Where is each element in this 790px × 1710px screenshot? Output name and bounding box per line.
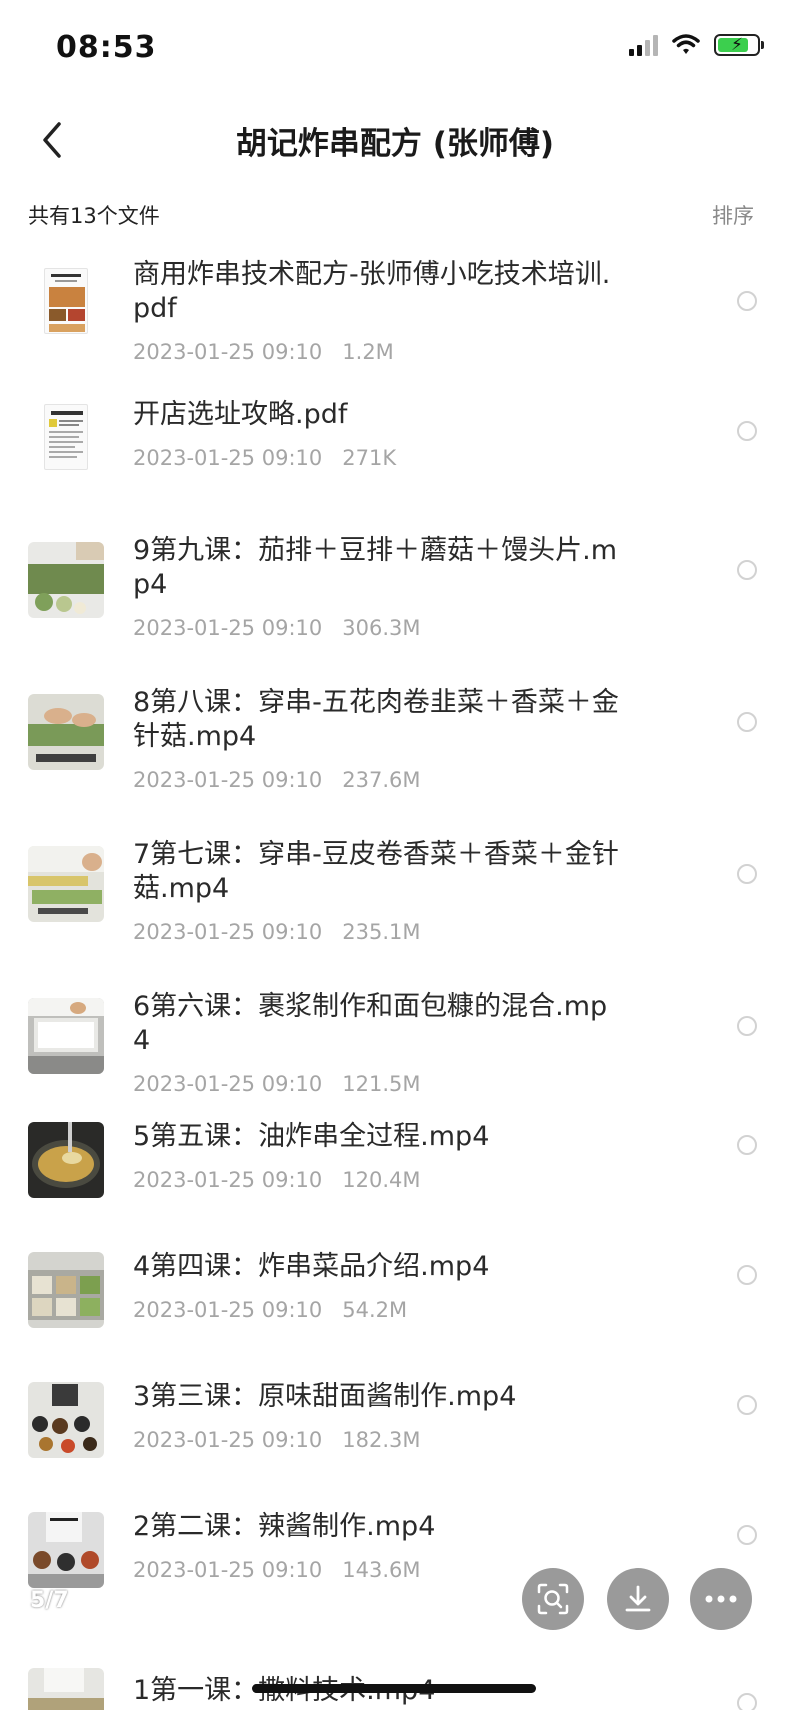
wifi-icon <box>672 34 700 54</box>
file-date: 2023-01-25 09:10 <box>133 1168 323 1192</box>
file-name: 商用炸串技术配方-张师傅小吃技术培训.pdf <box>133 259 611 324</box>
file-list-item[interactable]: 2第二课：辣酱制作.mp4 2023-01-25 09:10 143.6M <box>0 1510 790 1620</box>
file-size: 235.1M <box>342 920 421 944</box>
nav-bar: 胡记炸串配方 (张师傅) <box>0 96 790 192</box>
cellular-signal-icon <box>629 34 658 56</box>
file-size: 54.2M <box>342 1298 408 1322</box>
file-date: 2023-01-25 09:10 <box>133 1558 323 1582</box>
file-date: 2023-01-25 09:10 <box>133 340 323 364</box>
sort-button[interactable]: 排序 <box>712 200 754 230</box>
file-name: 3第三课：原味甜面酱制作.mp4 <box>133 1381 517 1412</box>
file-list-item[interactable]: 6第六课：裹浆制作和面包糠的混合.mp4 2023-01-25 09:10 12… <box>0 990 790 1120</box>
file-date: 2023-01-25 09:10 <box>133 768 323 792</box>
file-name: 开店选址攻略.pdf <box>133 399 348 430</box>
file-date: 2023-01-25 09:10 <box>133 1298 323 1322</box>
video-thumbnail <box>28 694 104 770</box>
file-date: 2023-01-25 09:10 <box>133 446 323 470</box>
scan-search-icon <box>537 1583 569 1615</box>
file-meta: 2023-01-25 09:10 1.2M <box>133 340 394 364</box>
pdf-thumbnail <box>44 404 88 470</box>
file-name: 2第二课：辣酱制作.mp4 <box>133 1511 436 1542</box>
scan-search-button[interactable] <box>522 1568 584 1630</box>
file-size: 1.2M <box>342 340 394 364</box>
battery-icon: ⚡ <box>714 34 764 56</box>
file-list-item[interactable]: 开店选址攻略.pdf 2023-01-25 09:10 271K <box>0 388 790 508</box>
video-thumbnail <box>28 1668 104 1710</box>
page-title: 胡记炸串配方 (张师傅) <box>235 126 555 162</box>
file-size: 306.3M <box>342 616 421 640</box>
select-radio[interactable] <box>737 1265 757 1285</box>
file-meta: 2023-01-25 09:10 121.5M <box>133 1072 421 1096</box>
select-radio[interactable] <box>737 1693 757 1710</box>
file-name: 4第四课：炸串菜品介绍.mp4 <box>133 1251 490 1282</box>
video-thumbnail <box>28 1512 104 1588</box>
video-thumbnail <box>28 1122 104 1198</box>
select-radio[interactable] <box>737 1135 757 1155</box>
file-size: 120.4M <box>342 1168 421 1192</box>
file-meta: 2023-01-25 09:10 182.3M <box>133 1428 421 1452</box>
file-size: 121.5M <box>342 1072 421 1096</box>
file-meta: 2023-01-25 09:10 143.6M <box>133 1558 421 1582</box>
select-radio[interactable] <box>737 1395 757 1415</box>
file-list-item[interactable]: 商用炸串技术配方-张师傅小吃技术培训.pdf 2023-01-25 09:10 … <box>0 248 790 378</box>
video-thumbnail <box>28 1382 104 1458</box>
file-date: 2023-01-25 09:10 <box>133 1428 323 1452</box>
file-list-item[interactable]: 5第五课：油炸串全过程.mp4 2023-01-25 09:10 120.4M <box>0 1120 790 1230</box>
select-radio[interactable] <box>737 560 757 580</box>
file-list: 商用炸串技术配方-张师傅小吃技术培训.pdf 2023-01-25 09:10 … <box>0 248 790 1710</box>
more-button[interactable] <box>690 1568 752 1630</box>
file-date: 2023-01-25 09:10 <box>133 920 323 944</box>
file-name: 9第九课：茄排＋豆排＋蘑菇＋馒头片.mp4 <box>133 535 618 600</box>
select-radio[interactable] <box>737 712 757 732</box>
file-meta: 2023-01-25 09:10 120.4M <box>133 1168 421 1192</box>
select-radio[interactable] <box>737 1016 757 1036</box>
file-name: 5第五课：油炸串全过程.mp4 <box>133 1121 490 1152</box>
video-thumbnail <box>28 998 104 1074</box>
select-radio[interactable] <box>737 1525 757 1545</box>
file-size: 143.6M <box>342 1558 421 1582</box>
page-indicator: 5/7 <box>30 1588 69 1613</box>
file-meta: 2023-01-25 09:10 271K <box>133 446 396 470</box>
video-thumbnail <box>28 1252 104 1328</box>
video-thumbnail <box>28 542 104 618</box>
status-icons: ⚡ <box>629 34 764 56</box>
home-indicator <box>252 1684 536 1693</box>
file-name: 6第六课：裹浆制作和面包糠的混合.mp4 <box>133 991 608 1056</box>
file-list-item[interactable]: 7第七课：穿串-豆皮卷香菜＋香菜＋金针菇.mp4 2023-01-25 09:1… <box>0 838 790 978</box>
more-dots-icon <box>705 1595 737 1603</box>
file-count-label: 共有13个文件 <box>28 204 160 228</box>
download-icon <box>625 1585 651 1612</box>
status-bar: 08:53 ⚡ <box>0 0 790 96</box>
pdf-thumbnail <box>44 268 88 334</box>
file-list-item[interactable]: 9第九课：茄排＋豆排＋蘑菇＋馒头片.mp4 2023-01-25 09:10 3… <box>0 534 790 674</box>
file-list-item[interactable]: 8第八课：穿串-五花肉卷韭菜＋香菜＋金针菇.mp4 2023-01-25 09:… <box>0 686 790 826</box>
file-meta: 2023-01-25 09:10 54.2M <box>133 1298 407 1322</box>
file-meta: 2023-01-25 09:10 306.3M <box>133 616 421 640</box>
status-time: 08:53 <box>56 30 157 65</box>
file-list-item[interactable]: 4第四课：炸串菜品介绍.mp4 2023-01-25 09:10 54.2M <box>0 1250 790 1360</box>
file-date: 2023-01-25 09:10 <box>133 1072 323 1096</box>
file-size: 237.6M <box>342 768 421 792</box>
select-radio[interactable] <box>737 421 757 441</box>
select-radio[interactable] <box>737 864 757 884</box>
file-meta: 2023-01-25 09:10 237.6M <box>133 768 421 792</box>
video-thumbnail <box>28 846 104 922</box>
file-meta: 2023-01-25 09:10 235.1M <box>133 920 421 944</box>
download-button[interactable] <box>607 1568 669 1630</box>
file-name: 7第七课：穿串-豆皮卷香菜＋香菜＋金针菇.mp4 <box>133 839 619 904</box>
file-size: 182.3M <box>342 1428 421 1452</box>
file-list-item[interactable]: 3第三课：原味甜面酱制作.mp4 2023-01-25 09:10 182.3M <box>0 1380 790 1490</box>
file-name: 8第八课：穿串-五花肉卷韭菜＋香菜＋金针菇.mp4 <box>133 687 619 752</box>
file-date: 2023-01-25 09:10 <box>133 616 323 640</box>
select-radio[interactable] <box>737 291 757 311</box>
file-size: 271K <box>342 446 397 470</box>
